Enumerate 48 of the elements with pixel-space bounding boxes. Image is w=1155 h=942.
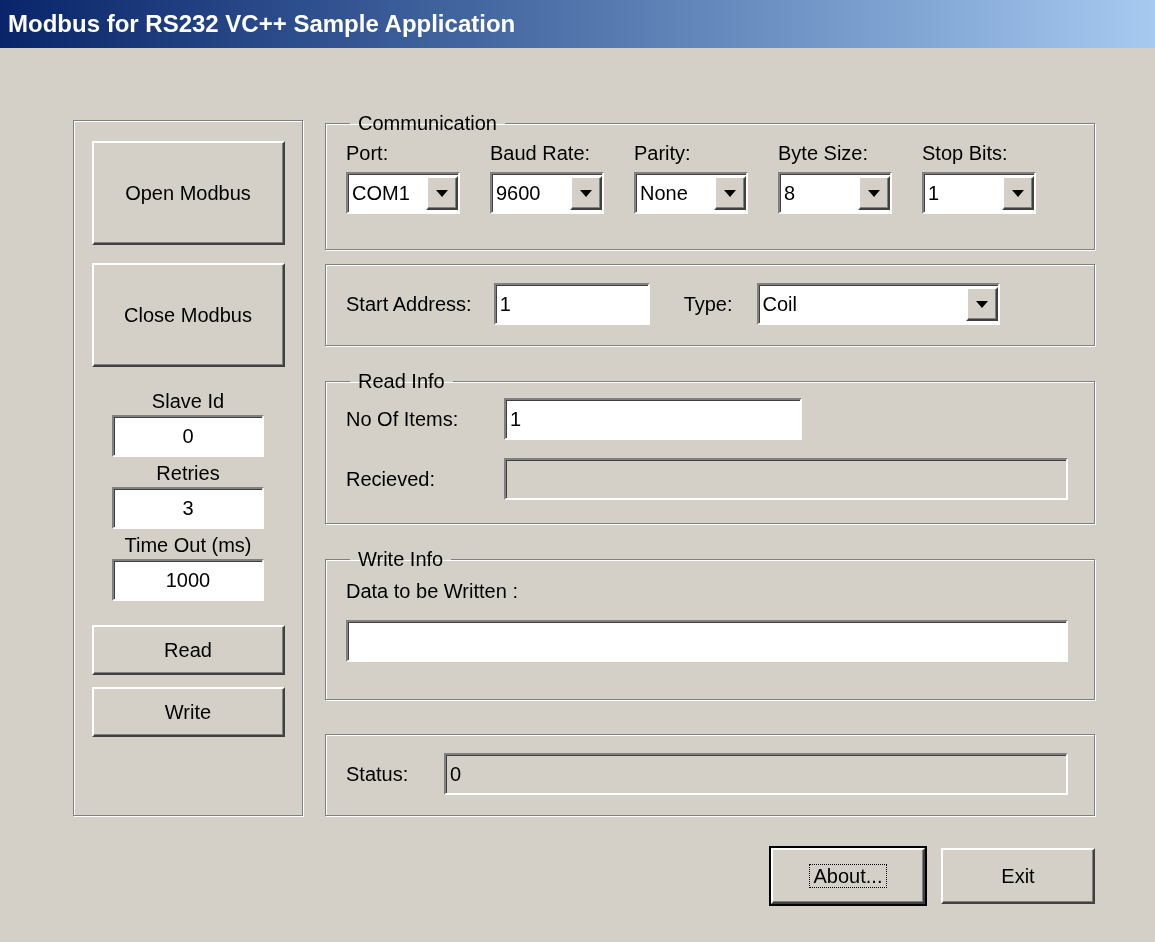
field-label: No Of Items: [346,407,460,432]
items-field[interactable]: 1 [504,398,802,440]
dropdown-arrow-button[interactable] [570,176,602,210]
write-button[interactable]: Write [91,687,285,737]
field-label: Port: [346,141,390,166]
caret-down-icon [724,189,736,197]
dropdown[interactable]: COM1 [346,172,460,214]
caret-down-icon [975,300,988,308]
group-title: Write Info [357,547,445,572]
dropdown-arrow-button[interactable] [1002,176,1034,210]
address-field[interactable]: 1 [493,283,650,325]
close-modbus-button[interactable]: Close Modbus [91,263,285,367]
field-label: Parity: [634,141,692,166]
dropdown[interactable]: 8 [778,172,892,214]
dropdown[interactable]: 1 [922,172,1036,214]
dropdown-arrow-button[interactable] [426,176,458,210]
number-field[interactable]: 0 [112,415,264,457]
caret-down-icon [1012,189,1024,197]
dropdown[interactable]: 9600 [490,172,604,214]
field-label: Time Out (ms) [124,533,252,557]
field-label: Slave Id [151,389,225,413]
dropdown[interactable]: None [634,172,748,214]
group-title: Read Info [357,369,446,394]
dialog-button[interactable]: About... [771,848,925,904]
data-field[interactable] [346,620,1068,662]
field-label: Status: [346,762,410,787]
window-title: Modbus for RS232 VC++ Sample Application [8,9,516,39]
open-modbus-button[interactable]: Open Modbus [91,141,285,245]
dropdown-arrow-button[interactable] [858,176,890,210]
dropdown-arrow-button[interactable] [714,176,746,210]
field-label: Byte Size: [778,141,870,166]
field-label: Stop Bits: [922,141,1009,166]
number-field[interactable]: 3 [112,487,264,529]
read-button[interactable]: Read [91,625,285,675]
field-label: Data to be Written : [346,579,519,604]
field-label: Baud Rate: [490,141,592,166]
caret-down-icon [868,189,880,197]
field-label: Type: [683,292,733,317]
caret-down-icon [580,189,592,197]
dropdown[interactable]: Coil [756,283,1000,325]
field-label: Retries [156,461,220,485]
number-field[interactable]: 1000 [112,559,264,601]
dropdown-arrow-button[interactable] [965,287,998,321]
caret-down-icon [436,189,448,197]
group-title: Communication [357,111,498,136]
field-label: Recieved: [346,467,436,492]
field-label: Start Address: [346,292,472,317]
dialog-button[interactable]: Exit [941,848,1095,904]
